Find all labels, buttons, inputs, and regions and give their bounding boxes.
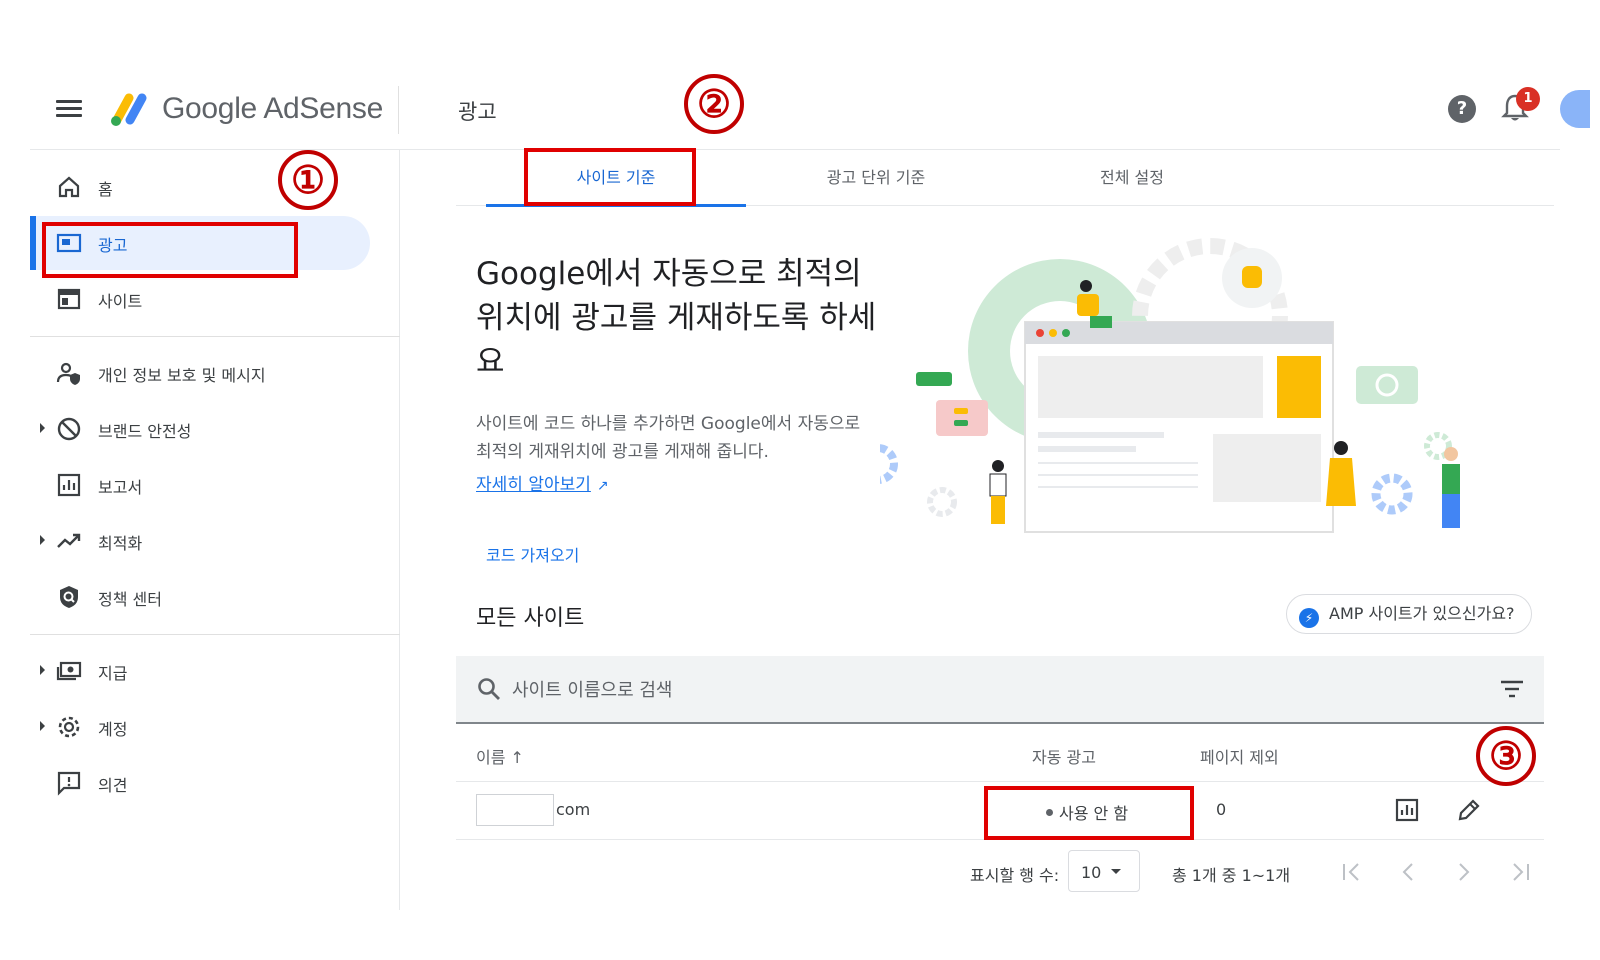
app-header: Google AdSense 광고 ? 1 bbox=[30, 70, 1590, 150]
learn-more-label: 자세히 알아보기 bbox=[476, 475, 591, 495]
sidebar-item-policy-center[interactable]: 정책 센터 bbox=[30, 570, 370, 624]
last-page-icon[interactable] bbox=[1504, 856, 1536, 888]
menu-icon[interactable] bbox=[56, 96, 82, 122]
excluded-pages-count: 0 bbox=[1216, 800, 1227, 819]
adsense-logo-icon bbox=[111, 93, 147, 126]
filter-icon[interactable] bbox=[1500, 680, 1524, 698]
column-name-label: 이름 bbox=[476, 748, 506, 767]
amp-sites-chip[interactable]: ⚡ AMP 사이트가 있으신가요? bbox=[1286, 594, 1532, 634]
payments-icon bbox=[56, 661, 82, 681]
annotation-box-by-site-tab bbox=[524, 148, 696, 206]
column-auto-ads: 자동 광고 bbox=[1032, 748, 1096, 767]
annotation-box-ads-menu bbox=[42, 222, 298, 278]
rows-per-page-select[interactable]: 10 bbox=[1068, 850, 1140, 892]
sidebar-item-label: 개인 정보 보호 및 메시지 bbox=[98, 366, 266, 385]
auto-ads-illustration bbox=[880, 238, 1460, 533]
block-icon bbox=[57, 417, 81, 441]
sidebar-item-sites[interactable]: 사이트 bbox=[30, 272, 370, 326]
avatar[interactable] bbox=[1560, 90, 1590, 128]
sidebar-item-label: 계정 bbox=[98, 720, 128, 739]
sidebar-item-label: 사이트 bbox=[98, 292, 143, 311]
tab-global-settings[interactable]: 전체 설정 bbox=[1002, 150, 1262, 206]
external-link-icon: ↗ bbox=[596, 478, 609, 494]
rows-per-page-label: 표시할 행 수: bbox=[970, 866, 1060, 885]
sidebar-item-optimization[interactable]: 최적화 bbox=[30, 514, 370, 568]
sidebar-divider bbox=[30, 336, 400, 337]
search-icon bbox=[478, 678, 500, 700]
active-indicator bbox=[30, 216, 36, 270]
first-page-icon[interactable] bbox=[1336, 856, 1368, 888]
sort-arrow-icon: ↑ bbox=[510, 748, 524, 767]
expand-caret-icon[interactable] bbox=[40, 721, 45, 731]
dropdown-arrow-icon bbox=[1111, 869, 1121, 874]
sidebar-item-label: 브랜드 안전성 bbox=[98, 422, 192, 441]
pagination: 표시할 행 수: 10 총 1개 중 1~1개 bbox=[456, 848, 1544, 896]
sites-icon bbox=[57, 288, 81, 310]
policy-shield-icon bbox=[60, 586, 78, 608]
get-code-button[interactable]: 코드 가져오기 bbox=[476, 534, 589, 574]
hero-title: Google에서 자동으로 최적의 위치에 광고를 게재하도록 하세요 bbox=[476, 256, 877, 380]
site-domain-suffix: com bbox=[556, 800, 591, 819]
column-excluded-pages: 페이지 제외 bbox=[1200, 748, 1279, 767]
annotation-box-auto-ads-status bbox=[984, 786, 1194, 840]
sidebar-item-account[interactable]: 계정 bbox=[30, 700, 370, 754]
sidebar-item-label: 홈 bbox=[98, 180, 113, 199]
column-name[interactable]: 이름 ↑ bbox=[476, 744, 524, 768]
site-search-bar bbox=[456, 656, 1544, 724]
sidebar-item-label: 지급 bbox=[98, 664, 128, 683]
header-divider bbox=[398, 86, 399, 134]
amp-chip-label: AMP 사이트가 있으신가요? bbox=[1329, 604, 1515, 623]
privacy-icon bbox=[56, 362, 80, 385]
sidebar-divider bbox=[30, 634, 400, 635]
rows-per-page-value: 10 bbox=[1081, 863, 1102, 882]
annotation-marker-1: ① bbox=[278, 150, 338, 210]
sidebar-item-brand-safety[interactable]: 브랜드 안전성 bbox=[30, 402, 370, 456]
page-range: 총 1개 중 1~1개 bbox=[1172, 866, 1291, 885]
bolt-icon: ⚡ bbox=[1299, 608, 1319, 628]
sidebar-item-feedback[interactable]: 의견 bbox=[30, 756, 370, 810]
sidebar-item-label: 최적화 bbox=[98, 534, 143, 553]
expand-caret-icon[interactable] bbox=[40, 665, 45, 675]
annotation-marker-3: ③ bbox=[1476, 726, 1536, 786]
previous-page-icon[interactable] bbox=[1392, 856, 1424, 888]
expand-caret-icon[interactable] bbox=[40, 423, 45, 433]
sidebar-item-payments[interactable]: 지급 bbox=[30, 644, 370, 698]
next-page-icon[interactable] bbox=[1448, 856, 1480, 888]
learn-more-link[interactable]: 자세히 알아보기 ↗ bbox=[476, 470, 609, 495]
redacted-site-name bbox=[476, 794, 554, 826]
hero-description: 사이트에 코드 하나를 추가하면 Google에서 자동으로 최적의 게재위치에… bbox=[476, 414, 861, 462]
sidebar-item-label: 의견 bbox=[98, 776, 128, 795]
notification-badge: 1 bbox=[1516, 87, 1540, 111]
expand-caret-icon[interactable] bbox=[40, 535, 45, 545]
tab-by-ad-unit[interactable]: 광고 단위 기준 bbox=[746, 150, 1006, 206]
page-title: 광고 bbox=[458, 100, 497, 124]
sidebar-item-label: 정책 센터 bbox=[98, 590, 162, 609]
annotation-marker-2: ② bbox=[684, 74, 744, 134]
report-chart-icon[interactable] bbox=[1394, 797, 1420, 823]
trending-up-icon bbox=[57, 533, 81, 548]
sidebar-item-privacy[interactable]: 개인 정보 보호 및 메시지 bbox=[30, 346, 370, 400]
all-sites-heading: 모든 사이트 bbox=[476, 606, 585, 631]
sidebar-item-label: 보고서 bbox=[98, 478, 143, 497]
sidebar-item-reports[interactable]: 보고서 bbox=[30, 458, 370, 512]
settings-gear-icon bbox=[58, 716, 80, 738]
help-icon[interactable]: ? bbox=[1448, 95, 1476, 123]
feedback-icon bbox=[57, 771, 81, 796]
reports-icon bbox=[57, 473, 81, 497]
sites-table-header: 이름 ↑ 자동 광고 페이지 제외 bbox=[456, 724, 1544, 782]
logo-text: Google AdSense bbox=[162, 92, 383, 125]
search-input[interactable] bbox=[512, 670, 1412, 710]
home-icon bbox=[58, 176, 80, 198]
edit-pencil-icon[interactable] bbox=[1456, 797, 1482, 823]
